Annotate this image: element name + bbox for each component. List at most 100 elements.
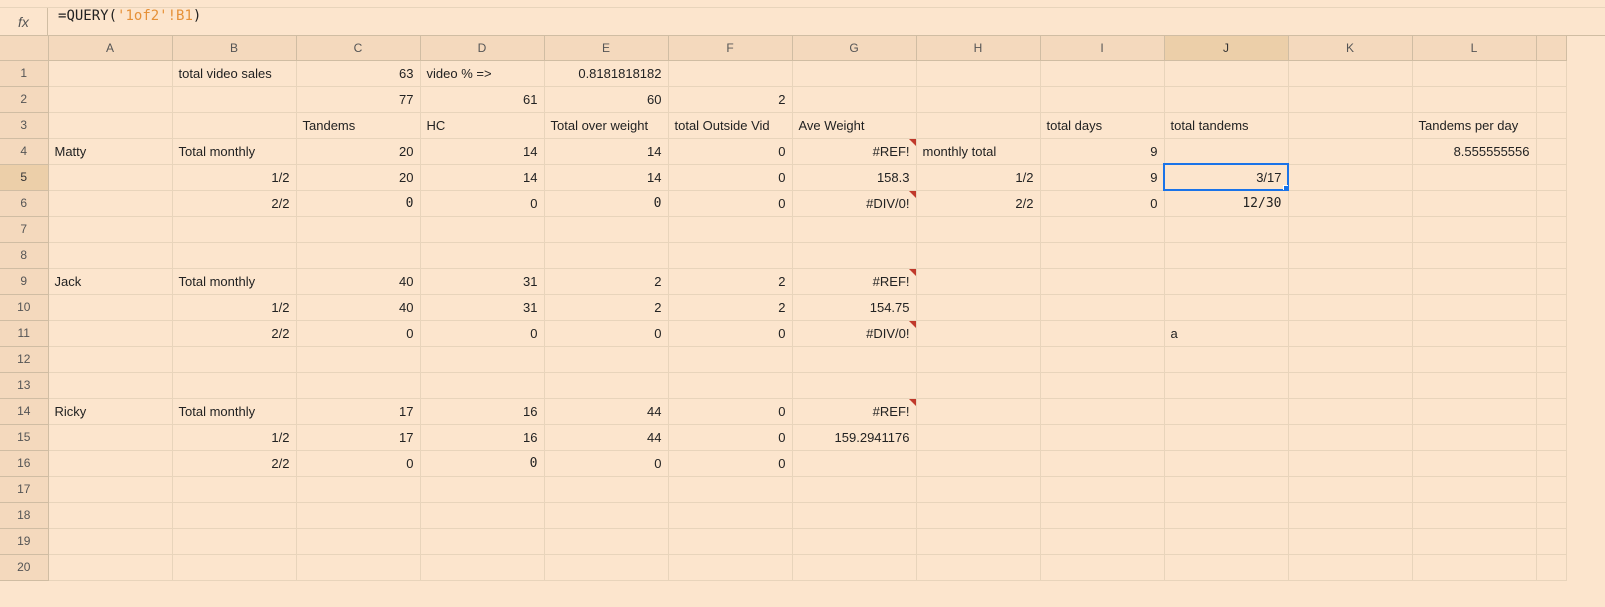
cell-I15[interactable]	[1040, 424, 1164, 450]
cell-C15[interactable]: 17	[296, 424, 420, 450]
cell-I6[interactable]: 0	[1040, 190, 1164, 216]
cell-D7[interactable]	[420, 216, 544, 242]
cell-B4[interactable]: Total monthly	[172, 138, 296, 164]
cell-H13[interactable]	[916, 372, 1040, 398]
cell-G4[interactable]: #REF!	[792, 138, 916, 164]
cell-A1[interactable]	[48, 60, 172, 86]
cell-L15[interactable]	[1412, 424, 1536, 450]
cell-H12[interactable]	[916, 346, 1040, 372]
cell-B9[interactable]: Total monthly	[172, 268, 296, 294]
cell-D6[interactable]: 0	[420, 190, 544, 216]
cell-J2[interactable]	[1164, 86, 1288, 112]
cell-J10[interactable]	[1164, 294, 1288, 320]
cell-F1[interactable]	[668, 60, 792, 86]
cell-H5[interactable]: 1/2	[916, 164, 1040, 190]
column-header-A[interactable]: A	[48, 36, 172, 60]
cell-F11[interactable]: 0	[668, 320, 792, 346]
cell-K19[interactable]	[1288, 528, 1412, 554]
cell-J11[interactable]: a	[1164, 320, 1288, 346]
cell-K1[interactable]	[1288, 60, 1412, 86]
cell-C13[interactable]	[296, 372, 420, 398]
row-header-3[interactable]: 3	[0, 112, 48, 138]
cell-L12[interactable]	[1412, 346, 1536, 372]
cell-I5[interactable]: 9	[1040, 164, 1164, 190]
row-header-15[interactable]: 15	[0, 424, 48, 450]
cell-K5[interactable]	[1288, 164, 1412, 190]
cell-E9[interactable]: 2	[544, 268, 668, 294]
cell-G12[interactable]	[792, 346, 916, 372]
cell-H16[interactable]	[916, 450, 1040, 476]
column-header-D[interactable]: D	[420, 36, 544, 60]
select-all-corner[interactable]	[0, 36, 48, 60]
cell-J8[interactable]	[1164, 242, 1288, 268]
cell-H8[interactable]	[916, 242, 1040, 268]
cell-I1[interactable]	[1040, 60, 1164, 86]
cell-K10[interactable]	[1288, 294, 1412, 320]
cell-G11[interactable]: #DIV/0!	[792, 320, 916, 346]
cell-B19[interactable]	[172, 528, 296, 554]
cell-B13[interactable]	[172, 372, 296, 398]
cell-J6[interactable]: 12/30	[1164, 190, 1288, 216]
cell-B5[interactable]: 1/2	[172, 164, 296, 190]
cell-D10[interactable]: 31	[420, 294, 544, 320]
cell-H17[interactable]	[916, 476, 1040, 502]
cell-D19[interactable]	[420, 528, 544, 554]
cell-F5[interactable]: 0	[668, 164, 792, 190]
cell-J5[interactable]: 3/17	[1164, 164, 1288, 190]
cell-J20[interactable]	[1164, 554, 1288, 580]
cell-J9[interactable]	[1164, 268, 1288, 294]
cell-F13[interactable]	[668, 372, 792, 398]
cell-L2[interactable]	[1412, 86, 1536, 112]
cell-I8[interactable]	[1040, 242, 1164, 268]
cell-G20[interactable]	[792, 554, 916, 580]
cell-F8[interactable]	[668, 242, 792, 268]
cell-A17[interactable]	[48, 476, 172, 502]
row-header-6[interactable]: 6	[0, 190, 48, 216]
cell-B16[interactable]: 2/2	[172, 450, 296, 476]
cell-G19[interactable]	[792, 528, 916, 554]
cell-B2[interactable]	[172, 86, 296, 112]
cell-G10[interactable]: 154.75	[792, 294, 916, 320]
cell-J4[interactable]	[1164, 138, 1288, 164]
cell-K14[interactable]	[1288, 398, 1412, 424]
cell-B10[interactable]: 1/2	[172, 294, 296, 320]
cell-B20[interactable]	[172, 554, 296, 580]
cell-K9[interactable]	[1288, 268, 1412, 294]
cell-B7[interactable]	[172, 216, 296, 242]
cell-A9[interactable]: Jack	[48, 268, 172, 294]
cell-H18[interactable]	[916, 502, 1040, 528]
cell-I11[interactable]	[1040, 320, 1164, 346]
cell-C14[interactable]: 17	[296, 398, 420, 424]
cell-D14[interactable]: 16	[420, 398, 544, 424]
cell-A20[interactable]	[48, 554, 172, 580]
cell-D8[interactable]	[420, 242, 544, 268]
cell-L5[interactable]	[1412, 164, 1536, 190]
row-header-17[interactable]: 17	[0, 476, 48, 502]
cell-L19[interactable]	[1412, 528, 1536, 554]
cell-E12[interactable]	[544, 346, 668, 372]
cell-I3[interactable]: total days	[1040, 112, 1164, 138]
cell-G2[interactable]	[792, 86, 916, 112]
cell-E17[interactable]	[544, 476, 668, 502]
cell-K8[interactable]	[1288, 242, 1412, 268]
cell-L11[interactable]	[1412, 320, 1536, 346]
cell-E6[interactable]: 0	[544, 190, 668, 216]
cell-C4[interactable]: 20	[296, 138, 420, 164]
row-header-19[interactable]: 19	[0, 528, 48, 554]
cell-K13[interactable]	[1288, 372, 1412, 398]
row-header-9[interactable]: 9	[0, 268, 48, 294]
cell-J19[interactable]	[1164, 528, 1288, 554]
cell-J3[interactable]: total tandems	[1164, 112, 1288, 138]
cell-H4[interactable]: monthly total	[916, 138, 1040, 164]
cell-J18[interactable]	[1164, 502, 1288, 528]
row-header-8[interactable]: 8	[0, 242, 48, 268]
cell-F2[interactable]: 2	[668, 86, 792, 112]
cell-F15[interactable]: 0	[668, 424, 792, 450]
cell-C1[interactable]: 63	[296, 60, 420, 86]
cell-E8[interactable]	[544, 242, 668, 268]
cell-I13[interactable]	[1040, 372, 1164, 398]
cell-B1[interactable]: total video sales	[172, 60, 296, 86]
cell-A14[interactable]: Ricky	[48, 398, 172, 424]
cell-D16[interactable]: 0	[420, 450, 544, 476]
cell-H7[interactable]	[916, 216, 1040, 242]
